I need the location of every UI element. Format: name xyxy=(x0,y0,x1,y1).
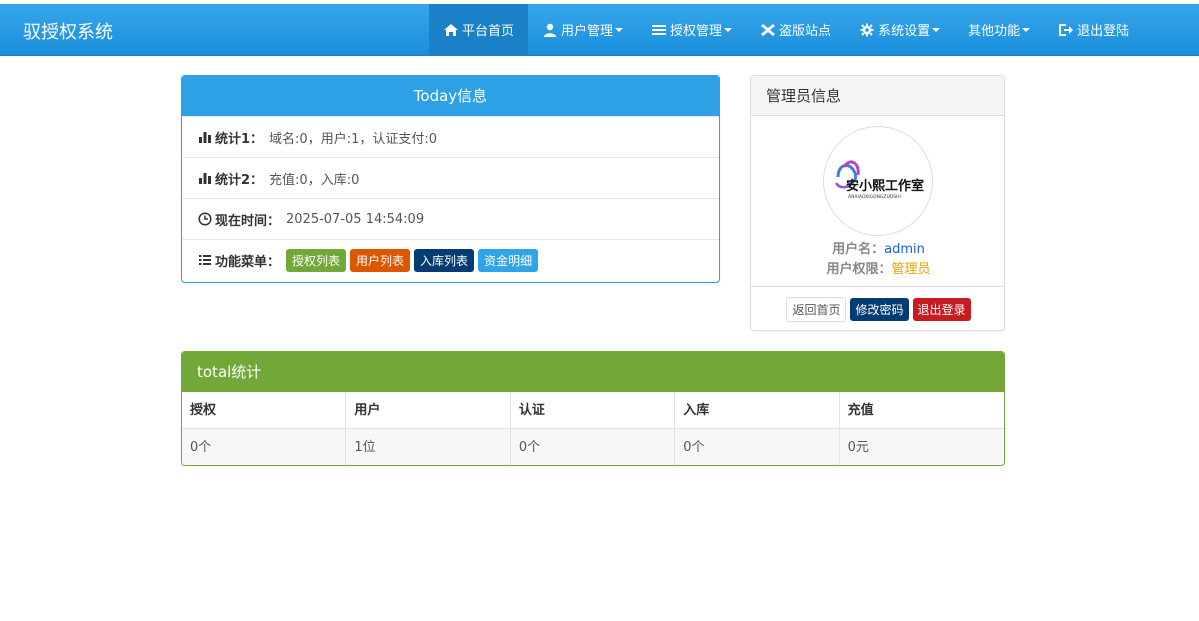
user-icon xyxy=(544,23,557,37)
username-value: admin xyxy=(884,242,925,257)
top-navbar: 驭授权系统 平台首页 用户管理 授权管理 盗版站点 系统设置 其他功能 退出登陆 xyxy=(0,4,1199,56)
username-label: 用户名： xyxy=(832,242,885,257)
table-row: 0个 1位 0个 0个 0元 xyxy=(182,429,1004,465)
admin-panel-title: 管理员信息 xyxy=(751,76,1004,116)
value-storage: 0个 xyxy=(675,429,840,465)
logout-button[interactable]: 退出登录 xyxy=(912,297,971,321)
total-table-header: 授权 用户 认证 入库 充值 xyxy=(182,392,1004,429)
stat2-value: 充值:0，入库:0 xyxy=(269,172,360,188)
nav-system-settings-label: 系统设置 xyxy=(878,24,931,39)
nav-other-functions-label: 其他功能 xyxy=(968,24,1021,39)
nav-home[interactable]: 平台首页 xyxy=(429,4,529,55)
stat2-label: 统计2： xyxy=(215,172,264,188)
nav-user-management-label: 用户管理 xyxy=(561,24,614,39)
close-icon xyxy=(761,23,776,36)
stat2-row: 统计2： 充值:0，入库:0 xyxy=(182,157,719,198)
back-home-button[interactable]: 返回首页 xyxy=(786,296,847,322)
username-line: 用户名：admin xyxy=(751,238,1004,257)
value-recharge: 0元 xyxy=(839,429,1004,465)
storage-list-button[interactable]: 入库列表 xyxy=(414,248,475,272)
user-list-button[interactable]: 用户列表 xyxy=(350,248,411,272)
menu-label: 功能菜单： xyxy=(215,254,281,270)
bar-chart-icon xyxy=(199,173,211,184)
time-value: 2025-07-05 14:54:09 xyxy=(286,211,425,227)
today-info-panel: Today信息 统计1： 域名:0，用户:1，认证支付:0 统计2： 充值:0，… xyxy=(181,75,720,283)
avatar: 安小熙工作室 ANXIAOXIGONGZUOSHI xyxy=(823,126,933,236)
role-line: 用户权限：管理员 xyxy=(751,258,1004,277)
admin-actions: 返回首页 修改密码 退出登录 xyxy=(751,286,1004,330)
gear-icon xyxy=(860,22,874,37)
admin-info-panel: 管理员信息 安小熙工作室 ANXIAOXIGONGZUOSHI 用户名：admi… xyxy=(750,75,1005,331)
clock-icon xyxy=(198,212,212,226)
header-verified: 认证 xyxy=(510,392,676,429)
main-nav: 平台首页 用户管理 授权管理 盗版站点 系统设置 其他功能 退出登陆 xyxy=(429,4,1143,55)
studio-logo: 安小熙工作室 ANXIAOXIGONGZUOSHI xyxy=(834,160,924,200)
role-label: 用户权限： xyxy=(826,262,892,277)
nav-auth-management-label: 授权管理 xyxy=(670,24,723,39)
value-auth: 0个 xyxy=(182,429,347,465)
header-recharge: 充值 xyxy=(839,392,1004,429)
fund-details-button[interactable]: 资金明细 xyxy=(478,248,539,272)
nav-system-settings[interactable]: 系统设置 xyxy=(845,4,954,55)
nav-user-management[interactable]: 用户管理 xyxy=(528,4,637,55)
nav-logout[interactable]: 退出登陆 xyxy=(1044,4,1143,55)
nav-logout-label: 退出登陆 xyxy=(1077,24,1130,39)
list-icon xyxy=(199,255,211,265)
nav-pirate-sites[interactable]: 盗版站点 xyxy=(746,4,845,55)
role-value: 管理员 xyxy=(891,262,931,277)
value-verified: 0个 xyxy=(510,429,676,465)
svg-text:ANXIAOXIGONGZUOSHI: ANXIAOXIGONGZUOSHI xyxy=(848,194,901,200)
bar-chart-icon xyxy=(199,132,211,143)
chevron-down-icon xyxy=(932,27,941,32)
stat1-value: 域名:0，用户:1，认证支付:0 xyxy=(269,131,437,147)
header-auth: 授权 xyxy=(182,392,347,429)
header-users: 用户 xyxy=(346,392,511,429)
svg-text:安小熙工作室: 安小熙工作室 xyxy=(846,178,924,194)
change-password-button[interactable]: 修改密码 xyxy=(850,297,909,321)
chevron-down-icon xyxy=(615,27,624,32)
menu-row: 功能菜单： 授权列表 用户列表 入库列表 资金明细 xyxy=(182,239,719,280)
value-users: 1位 xyxy=(346,429,511,465)
nav-pirate-sites-label: 盗版站点 xyxy=(779,24,832,39)
today-panel-title: Today信息 xyxy=(182,76,719,116)
nav-home-label: 平台首页 xyxy=(462,24,515,39)
header-storage: 入库 xyxy=(675,392,840,429)
time-row: 现在时间： 2025-07-05 14:54:09 xyxy=(182,198,719,239)
home-icon xyxy=(444,23,458,36)
stat1-row: 统计1： 域名:0，用户:1，认证支付:0 xyxy=(182,116,719,157)
stat1-label: 统计1： xyxy=(215,131,264,147)
list-icon xyxy=(652,24,667,35)
auth-list-button[interactable]: 授权列表 xyxy=(286,248,347,272)
nav-auth-management[interactable]: 授权管理 xyxy=(637,4,746,55)
total-panel-title: total统计 xyxy=(182,352,1004,392)
nav-other-functions[interactable]: 其他功能 xyxy=(954,4,1044,55)
chevron-down-icon xyxy=(1022,27,1031,32)
logout-icon xyxy=(1059,23,1074,36)
chevron-down-icon xyxy=(724,27,733,32)
app-title[interactable]: 驭授权系统 xyxy=(23,18,113,44)
total-stats-panel: total统计 授权 用户 认证 入库 充值 0个 1位 0个 0个 0元 xyxy=(181,351,1005,466)
time-label: 现在时间： xyxy=(215,213,281,229)
